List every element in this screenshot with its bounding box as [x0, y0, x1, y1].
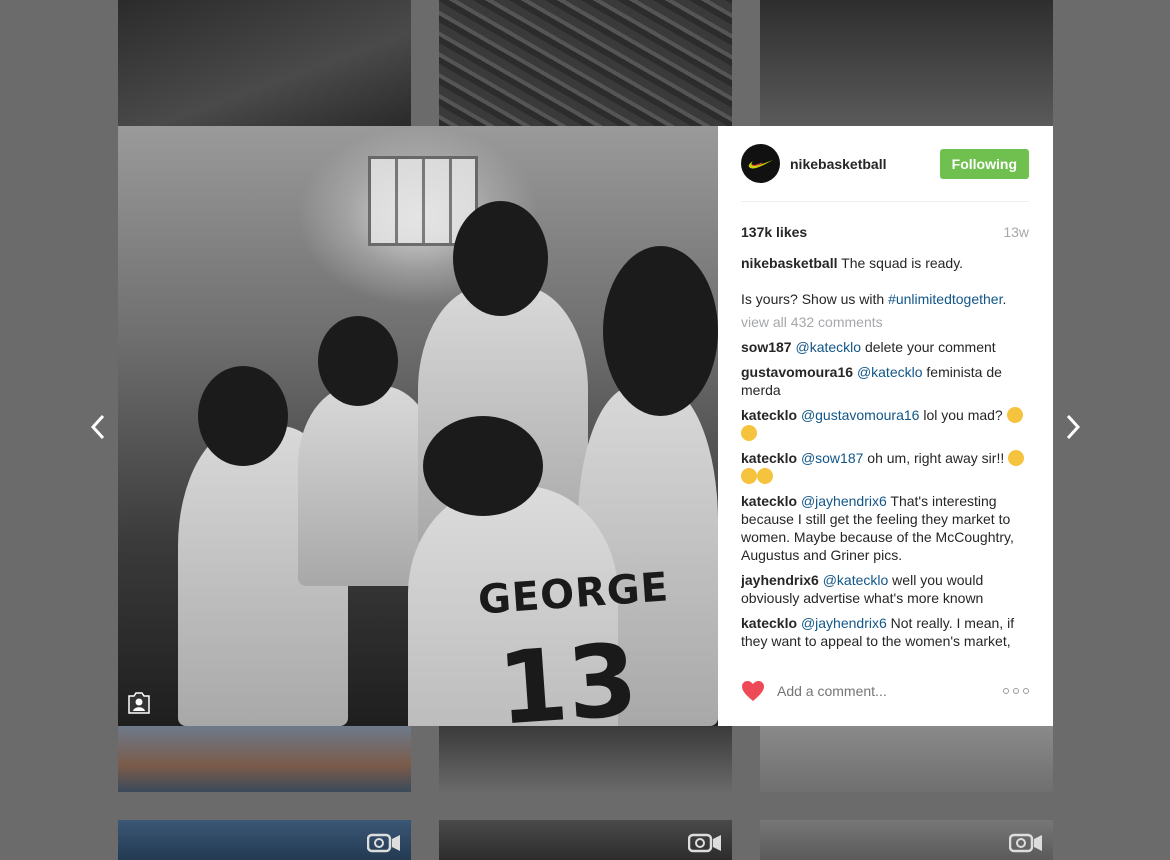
comment-mention[interactable]: @jayhendrix6: [801, 493, 887, 509]
post-header: nikebasketball Following: [741, 126, 1029, 202]
grid-thumbnail[interactable]: [118, 820, 411, 860]
add-comment-row: [741, 678, 1029, 704]
caption-line2-end: .: [1002, 291, 1007, 307]
comment-mention[interactable]: @katecklo: [823, 572, 889, 588]
comment-username[interactable]: katecklo: [741, 493, 797, 509]
hashtag-link[interactable]: #unlimitedtogether: [888, 291, 1002, 307]
comment-username[interactable]: sow187: [741, 339, 792, 355]
caption-line2-text: Is yours? Show us with: [741, 291, 889, 307]
comment-item: katecklo @gustavomoura16 lol you mad?: [741, 406, 1029, 442]
comment-mention[interactable]: @jayhendrix6: [801, 615, 887, 631]
grid-thumbnail[interactable]: [760, 726, 1053, 792]
video-icon: [1009, 833, 1042, 853]
photo-player: [318, 316, 398, 406]
comment-item: sow187 @katecklo delete your comment: [741, 338, 1029, 356]
post-age[interactable]: 13w: [1003, 224, 1029, 240]
laughing-emoji-icon: [741, 468, 757, 484]
post-sidebar: nikebasketball Following 137k likes 13w …: [718, 126, 1053, 726]
nike-swoosh-icon: [748, 159, 773, 169]
more-options-button[interactable]: [1003, 686, 1029, 696]
comment-item: gustavomoura16 @katecklo feminista de me…: [741, 363, 1029, 399]
tagged-user-icon[interactable]: [126, 690, 152, 716]
comment-item: jayhendrix6 @katecklo well you would obv…: [741, 571, 1029, 607]
laughing-emoji-icon: [1008, 450, 1025, 466]
comment-mention[interactable]: @katecklo: [795, 339, 861, 355]
comment-username[interactable]: katecklo: [741, 450, 797, 466]
kiss-emoji-icon: [741, 425, 757, 441]
more-options-icon: [1003, 688, 1009, 694]
chevron-left-icon: [90, 414, 105, 440]
likes-count[interactable]: 137k likes: [741, 224, 807, 240]
avatar[interactable]: [741, 144, 780, 183]
comment-mention[interactable]: @katecklo: [857, 364, 923, 380]
post-meta: 137k likes 13w: [741, 224, 1029, 240]
more-options-icon: [1013, 688, 1019, 694]
comment-text: lol you mad?: [919, 407, 1003, 423]
comment-item: katecklo @sow187 oh um, right away sir!!: [741, 449, 1029, 485]
comment-mention[interactable]: @sow187: [801, 450, 863, 466]
previous-post-button[interactable]: [83, 410, 113, 444]
post-username[interactable]: nikebasketball: [790, 156, 940, 172]
photo-jersey-number: 13: [494, 621, 642, 726]
comment-username[interactable]: katecklo: [741, 615, 797, 631]
post-modal: GEORGE 13 nikebasketball Following 137k …: [118, 126, 1053, 726]
post-photo[interactable]: GEORGE 13: [118, 126, 718, 726]
comment-username[interactable]: jayhendrix6: [741, 572, 819, 588]
grid-thumbnail[interactable]: [760, 820, 1053, 860]
caption: nikebasketball The squad is ready.: [741, 254, 1029, 272]
add-comment-input[interactable]: [777, 683, 1003, 699]
comment-item: katecklo @jayhendrix6 Not really. I mean…: [741, 614, 1029, 650]
photo-player: [198, 366, 288, 466]
following-button[interactable]: Following: [939, 148, 1029, 179]
comment-username[interactable]: katecklo: [741, 407, 797, 423]
photo-player: [603, 246, 718, 416]
comment-mention[interactable]: @gustavomoura16: [801, 407, 920, 423]
laughing-emoji-icon: [757, 468, 773, 484]
comments-section: nikebasketball The squad is ready. Is yo…: [741, 254, 1029, 650]
comment-list[interactable]: sow187 @katecklo delete your comment gus…: [741, 338, 1029, 650]
photo-player: [453, 201, 548, 316]
comment-text: oh um, right away sir!!: [863, 450, 1005, 466]
chevron-right-icon: [1066, 414, 1081, 440]
grid-thumbnail[interactable]: [439, 0, 732, 126]
photo-player: [423, 416, 543, 516]
caption-username[interactable]: nikebasketball: [741, 255, 838, 271]
grid-thumbnail[interactable]: [118, 0, 411, 126]
view-all-comments-link[interactable]: view all 432 comments: [741, 313, 1029, 331]
kiss-emoji-icon: [1006, 407, 1023, 423]
grid-thumbnail[interactable]: [439, 726, 732, 792]
grid-thumbnail[interactable]: [118, 726, 411, 792]
heart-icon[interactable]: [741, 680, 765, 702]
caption-line-2: Is yours? Show us with #unlimitedtogethe…: [741, 290, 1029, 308]
grid-thumbnail[interactable]: [760, 0, 1053, 126]
comment-text: delete your comment: [861, 339, 996, 355]
comment-username[interactable]: gustavomoura16: [741, 364, 853, 380]
video-icon: [688, 833, 721, 853]
next-post-button[interactable]: [1058, 410, 1088, 444]
caption-text: The squad is ready.: [841, 255, 964, 271]
more-options-icon: [1023, 688, 1029, 694]
grid-thumbnail[interactable]: [439, 820, 732, 860]
comment-item: katecklo @jayhendrix6 That's interesting…: [741, 492, 1029, 564]
video-icon: [367, 833, 400, 853]
